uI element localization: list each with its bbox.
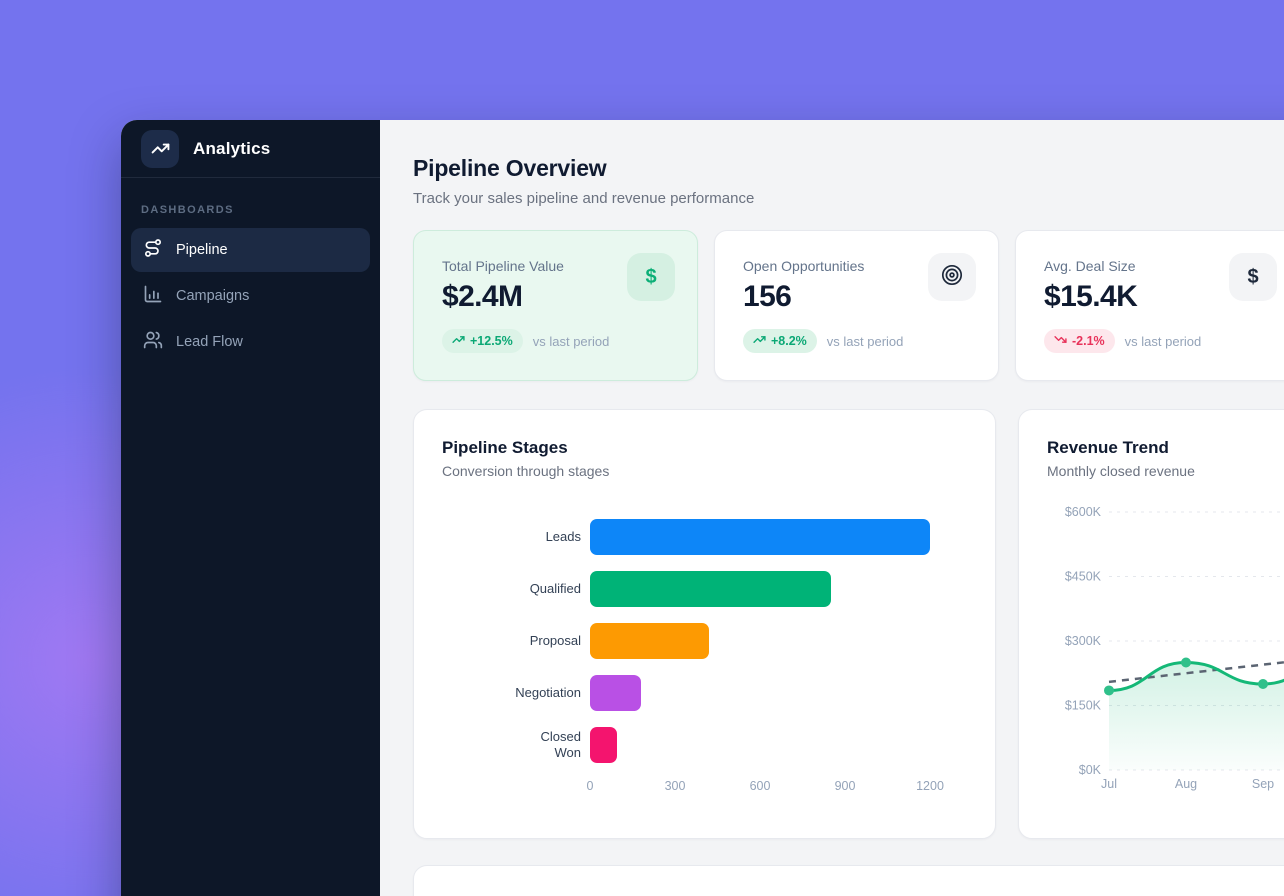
bar-row: Qualified [442,571,967,607]
pipeline-stages-card: Pipeline Stages Conversion through stage… [413,409,996,839]
revenue-svg: $600K $450K $300K $150K $0KJul Aug Sep [1047,491,1284,796]
y-tick-label: $150K [1065,699,1102,713]
delta-note: vs last period [1125,334,1202,349]
nav-section-label: DASHBOARDS [141,204,360,216]
sidebar: Analytics DASHBOARDS Pipeline Campaigns Le… [121,120,380,896]
kpi-card: Avg. Deal Size$15.4K-2.1%vs last period$ [1015,230,1284,381]
x-tick-label: Sep [1252,777,1274,791]
kpi-icon-tile [928,253,976,301]
data-point-dot [1104,685,1114,695]
bar-category-label: Qualified [442,581,590,597]
kpi-card: Total Pipeline Value$2.4M+12.5%vs last p… [413,230,698,381]
delta-note: vs last period [827,334,904,349]
sidebar-item-label: Campaigns [176,288,249,304]
x-tick-label: 900 [835,779,856,793]
target-icon [940,263,964,292]
delta-value: +12.5% [470,334,513,348]
x-tick-label: Aug [1175,777,1197,791]
bar-row: Negotiation [442,675,967,711]
kpi-icon-tile: $ [1229,253,1277,301]
users-icon [143,330,163,354]
page-subtitle: Track your sales pipeline and revenue pe… [413,190,1284,207]
y-tick-label: $300K [1065,634,1102,648]
x-tick-label: 1200 [916,779,944,793]
bar-track [590,675,967,711]
x-tick-label: 0 [587,779,594,793]
bar-track [590,519,967,555]
delta-badge: +12.5% [442,329,523,353]
page-title: Pipeline Overview [413,155,1284,182]
bar-row: Leads [442,519,967,555]
dollar-icon: $ [1247,266,1258,289]
sidebar-item-pipeline[interactable]: Pipeline [131,228,370,272]
kpi-card: Open Opportunities156+8.2%vs last period [714,230,999,381]
chart-subtitle: Conversion through stages [442,463,967,479]
trending-up-icon [753,333,766,349]
dollar-icon: $ [645,266,656,289]
route-icon [143,238,163,262]
app-window: Analytics DASHBOARDS Pipeline Campaigns Le… [121,120,1284,896]
bar-leads [590,519,930,555]
bar-category-label: Closed Won [442,729,590,760]
trending-up-icon [452,333,465,349]
x-tick-label: 300 [665,779,686,793]
trending-up-logo-icon [141,130,179,168]
kpi-meta: +8.2% vs last period [743,329,974,353]
chart-column-icon [143,284,163,308]
kpi-icon-tile: $ [627,253,675,301]
kpi-row: Total Pipeline Value$2.4M+12.5%vs last p… [413,230,1284,381]
bar-row: Closed Won [442,727,967,763]
revenue-trend-card: Revenue Trend Monthly closed revenue $60… [1018,409,1284,839]
bar-negotiation [590,675,641,711]
bar-category-label: Proposal [442,633,590,649]
bar-category-label: Negotiation [442,685,590,701]
chart-subtitle: Monthly closed revenue [1047,463,1284,479]
delta-badge: -2.1% [1044,329,1115,353]
stage-bar-chart: Leads Qualified Proposal Negotiation Closed … [442,519,967,797]
x-tick-label: Jul [1101,777,1117,791]
bar-row: Proposal [442,623,967,659]
kpi-meta: +12.5% vs last period [442,329,673,353]
x-tick-label: 600 [750,779,771,793]
main-content: Pipeline Overview Track your sales pipel… [380,120,1284,896]
bar-track [590,571,967,607]
kpi-meta: -2.1% vs last period [1044,329,1275,353]
chart-title: Revenue Trend [1047,438,1284,458]
y-tick-label: $600K [1065,505,1102,519]
sidebar-item-campaigns[interactable]: Campaigns [131,274,370,318]
delta-value: -2.1% [1072,334,1105,348]
charts-row: Pipeline Stages Conversion through stage… [413,409,1284,839]
brand-name: Analytics [193,139,270,159]
desktop-background: { "app": { "brand": "Analytics", "nav_se… [0,0,1284,896]
delta-value: +8.2% [771,334,807,348]
bar-track [590,623,967,659]
sidebar-item-label: Pipeline [176,242,228,258]
bottom-card-partial [413,865,1284,896]
revenue-line-chart: $600K $450K $300K $150K $0KJul Aug Sep [1047,491,1284,801]
brand-row: Analytics [121,120,380,178]
delta-badge: +8.2% [743,329,817,353]
data-point-dot [1181,658,1191,668]
trending-down-icon [1054,333,1067,349]
bar-track [590,727,967,763]
chart-title: Pipeline Stages [442,438,967,458]
delta-note: vs last period [533,334,610,349]
y-tick-label: $450K [1065,570,1102,584]
y-tick-label: $0K [1079,763,1102,777]
data-point-dot [1258,679,1268,689]
sidebar-item-label: Lead Flow [176,334,243,350]
sidebar-item-lead-flow[interactable]: Lead Flow [131,320,370,364]
sidebar-nav: Pipeline Campaigns Lead Flow [121,226,380,366]
x-axis-ticks: 0 300 600 900 1200 [590,779,967,797]
bar-category-label: Leads [442,529,590,545]
bar-closed-won [590,727,617,763]
bar-proposal [590,623,709,659]
bar-qualified [590,571,831,607]
